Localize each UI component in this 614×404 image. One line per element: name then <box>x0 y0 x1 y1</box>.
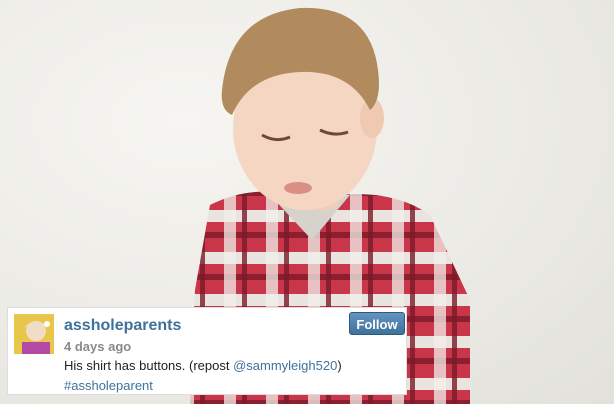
follow-button[interactable]: Follow <box>349 312 405 335</box>
username-link[interactable]: assholeparents <box>64 317 181 335</box>
caption-text: His shirt has buttons. (repost <box>64 358 234 373</box>
mention-link[interactable]: @sammyleigh520 <box>233 358 337 373</box>
caption-suffix: ) <box>337 358 342 373</box>
post-info-card: assholeparents 4 days ago His shirt has … <box>7 307 407 395</box>
hashtag-link[interactable]: #assholeparent <box>64 378 153 393</box>
avatar[interactable] <box>14 314 54 354</box>
avatar-image <box>14 314 54 354</box>
post-caption: His shirt has buttons. (repost @sammylei… <box>64 358 342 373</box>
post-timestamp: 4 days ago <box>64 339 132 354</box>
